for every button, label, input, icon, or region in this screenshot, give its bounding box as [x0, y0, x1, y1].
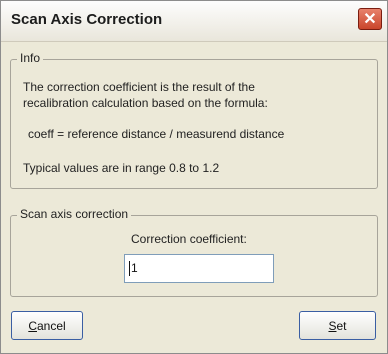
- text-caret: [129, 261, 130, 277]
- info-line-1: The correction coefficient is the result…: [23, 80, 255, 94]
- range-text: Typical values are in range 0.8 to 1.2: [23, 161, 220, 175]
- close-icon: ✕: [363, 11, 377, 28]
- title-bar[interactable]: Scan Axis Correction ✕: [1, 1, 387, 42]
- coefficient-label: Correction coefficient:: [131, 232, 247, 246]
- coefficient-input[interactable]: 1: [124, 254, 274, 283]
- coefficient-value: 1: [131, 261, 138, 275]
- correction-legend: Scan axis correction: [17, 207, 132, 221]
- dialog-window: Scan Axis Correction ✕ Info The correcti…: [0, 0, 388, 354]
- info-group: Info The correction coefficient is the r…: [10, 51, 378, 189]
- set-button-label: Set: [328, 318, 347, 333]
- cancel-button[interactable]: Cancel: [11, 311, 83, 340]
- info-legend: Info: [17, 51, 44, 65]
- set-button[interactable]: Set: [299, 311, 376, 340]
- cancel-button-label: Cancel: [28, 318, 66, 333]
- close-button[interactable]: ✕: [358, 8, 382, 30]
- window-title: Scan Axis Correction: [11, 11, 163, 28]
- formula-text: coeff = reference distance / measurend d…: [28, 127, 285, 141]
- info-line-2: recalibration calculation based on the f…: [23, 96, 268, 110]
